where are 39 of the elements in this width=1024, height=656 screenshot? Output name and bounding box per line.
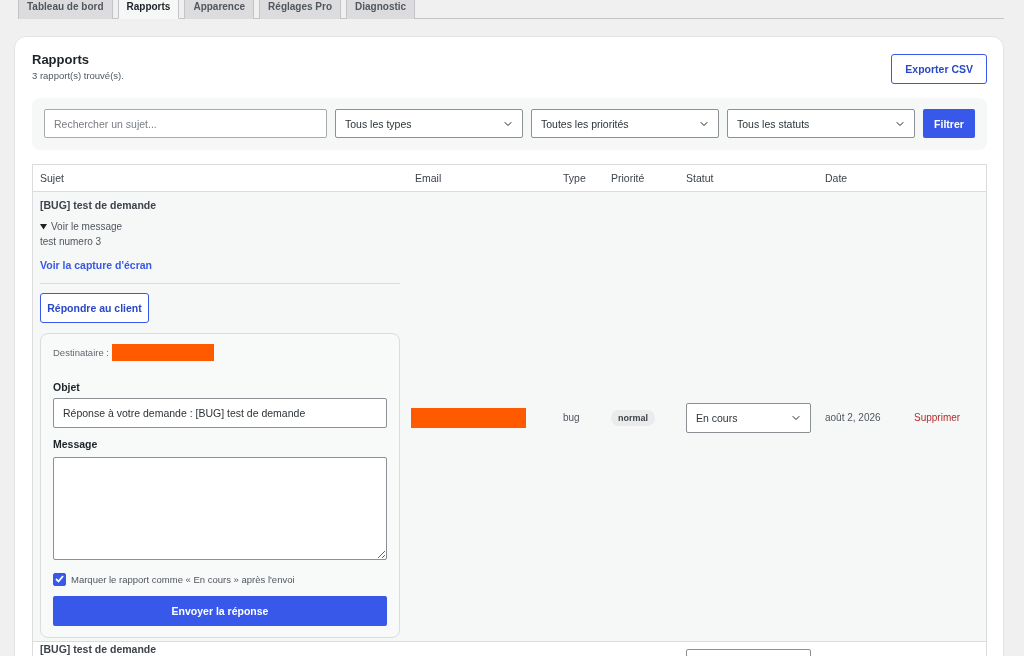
checkbox[interactable] [53,572,66,586]
result-count: 3 rapport(s) trouvé(s). [32,70,124,82]
filter-select[interactable]: Tous les statuts [727,109,915,138]
type-cell-text: bug [562,412,581,423]
subject-header: Sujet [40,172,64,184]
message-toggle[interactable]: Voir le message [51,220,123,232]
email-header: Email [415,172,442,184]
type-header: Type [563,172,586,184]
report-subject: [BUG] test de demande [40,198,157,213]
tab[interactable]: Apparence [184,0,255,19]
status-select[interactable]: En cours [686,402,811,433]
subject-field[interactable]: Réponse à votre demande : [BUG] test de demande [53,398,387,428]
checkbox-label: Marquer le rapport comme « En cours » après l'envoi [71,573,295,585]
message-text: test numero 3 [40,235,102,249]
checkmark-icon [55,575,64,583]
export-button[interactable]: Exporter CSV [891,54,987,84]
priority-badge: normal [611,409,655,426]
priority-header: Priorité [611,172,645,184]
filter-select[interactable]: Tous les types [335,109,523,138]
search-field[interactable]: Rechercher un sujet... [44,109,327,138]
field-label: Objet [53,380,81,395]
status-header: Statut [686,172,714,184]
screenshot-link[interactable]: Voir la capture d'écran [40,257,152,273]
delete-link[interactable]: Supprimer [907,412,986,423]
recipient-label: Destinataire : [53,346,109,358]
report-subject: [BUG] test de demande [40,643,157,655]
date-header: Date [825,172,848,184]
panel-title: Rapports [32,53,91,67]
send-button[interactable]: Envoyer la réponse [53,596,387,626]
tab[interactable]: Réglages Pro [259,0,341,19]
tab[interactable]: Rapports [117,0,180,19]
message-field[interactable] [53,457,387,560]
tab[interactable]: Diagnostic [346,0,416,19]
date-cell-text: août 2, 2026 [824,412,882,423]
filter-select[interactable]: Toutes les priorités [531,109,719,138]
filter-button[interactable]: Filtrer [923,109,975,138]
reply-button[interactable]: Répondre au client [40,293,149,323]
field-label: Message [53,437,99,452]
tab[interactable]: Tableau de bord [18,0,113,19]
